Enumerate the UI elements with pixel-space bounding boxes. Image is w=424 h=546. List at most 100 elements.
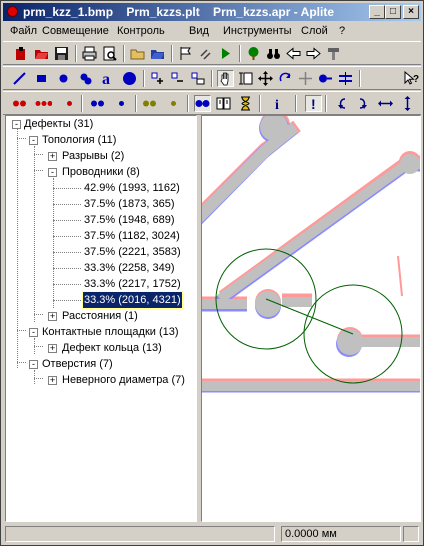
curve-left-icon[interactable] bbox=[333, 95, 350, 112]
tree-node-pads[interactable]: Контактные площадки (13) bbox=[42, 324, 179, 340]
expand-wrong-diameter-button[interactable]: + bbox=[48, 376, 57, 385]
split-icon[interactable] bbox=[337, 70, 354, 87]
tree-node-ring-defect[interactable]: Дефект кольца (13) bbox=[62, 340, 162, 356]
collapse-holes-button[interactable]: - bbox=[29, 360, 38, 369]
hammer-icon[interactable] bbox=[325, 45, 342, 62]
toolbar-separator bbox=[171, 45, 173, 62]
circle-icon[interactable] bbox=[55, 70, 72, 87]
horizontal-arrows-icon[interactable] bbox=[377, 95, 394, 112]
save-project-icon[interactable] bbox=[149, 45, 166, 62]
defect-red-1-icon[interactable] bbox=[61, 95, 78, 112]
menu-tools[interactable]: Инструменты bbox=[223, 25, 292, 37]
big-circle-icon[interactable] bbox=[121, 70, 138, 87]
defect-olive-1-icon[interactable] bbox=[165, 95, 182, 112]
rectangle-icon[interactable] bbox=[33, 70, 50, 87]
move-icon[interactable] bbox=[257, 70, 274, 87]
hand-icon[interactable] bbox=[217, 70, 234, 87]
info-icon[interactable]: i bbox=[269, 95, 286, 112]
node-props-icon[interactable] bbox=[189, 70, 206, 87]
tree-node-wrong-diameter[interactable]: Неверного диаметра (7) bbox=[62, 372, 185, 388]
tree-line bbox=[53, 284, 81, 285]
tree-icon[interactable] bbox=[245, 45, 262, 62]
defect-red-3-icon[interactable] bbox=[35, 95, 52, 112]
hourglass-icon[interactable] bbox=[237, 95, 254, 112]
defect-tree[interactable]: - Дефекты (31) - Топология (11) + Разрыв… bbox=[5, 115, 197, 522]
tree-node-defects[interactable]: Дефекты (31) bbox=[24, 116, 93, 132]
tree-node-breaks[interactable]: Разрывы (2) bbox=[62, 148, 124, 164]
save-icon[interactable] bbox=[53, 45, 70, 62]
rotate-icon[interactable] bbox=[277, 70, 294, 87]
tree-line bbox=[53, 188, 81, 189]
add-node-icon[interactable] bbox=[149, 70, 166, 87]
curve-right-icon[interactable] bbox=[355, 95, 372, 112]
defect-olive-2-icon[interactable] bbox=[141, 95, 158, 112]
defect-blue-2-icon[interactable] bbox=[89, 95, 106, 112]
play-icon[interactable] bbox=[217, 45, 234, 62]
menu-layer[interactable]: Слой bbox=[301, 25, 328, 37]
expand-ring-defect-button[interactable]: + bbox=[48, 344, 57, 353]
open-image-icon[interactable] bbox=[13, 45, 30, 62]
align-icon[interactable] bbox=[297, 70, 314, 87]
tree-node-holes[interactable]: Отверстия (7) bbox=[42, 356, 113, 372]
expand-breaks-button[interactable]: + bbox=[48, 152, 57, 161]
close-button[interactable]: × bbox=[403, 5, 419, 19]
maximize-button[interactable]: □ bbox=[385, 5, 401, 19]
tree-node-distances[interactable]: Расстояния (1) bbox=[62, 308, 138, 324]
collapse-conductors-button[interactable]: - bbox=[48, 168, 57, 177]
tree-line bbox=[34, 378, 43, 379]
defect-list-item[interactable]: 33.3% (2258, 349) bbox=[84, 260, 175, 276]
tree-node-conductors[interactable]: Проводники (8) bbox=[62, 164, 140, 180]
collapse-topology-button[interactable]: - bbox=[29, 136, 38, 145]
arrow-left-icon[interactable] bbox=[285, 45, 302, 62]
line-icon[interactable] bbox=[11, 70, 28, 87]
collapse-pads-button[interactable]: - bbox=[29, 328, 38, 337]
expand-distances-button[interactable]: + bbox=[48, 312, 57, 321]
vertical-arrows-icon[interactable] bbox=[399, 95, 416, 112]
status-pane-left bbox=[5, 526, 275, 542]
print-preview-icon[interactable] bbox=[101, 45, 118, 62]
tree-line bbox=[53, 220, 81, 221]
compare-icon[interactable] bbox=[215, 95, 232, 112]
pcb-canvas[interactable] bbox=[202, 116, 420, 521]
open-folder-icon[interactable] bbox=[33, 45, 50, 62]
menu-help[interactable]: ? bbox=[339, 25, 345, 37]
pad-icon[interactable] bbox=[77, 70, 94, 87]
menu-control[interactable]: Контроль bbox=[117, 25, 165, 37]
defect-list-item[interactable]: 37.5% (2221, 3583) bbox=[84, 244, 181, 260]
toolbar-separator bbox=[75, 45, 77, 62]
defect-list-item[interactable]: 37.5% (1873, 365) bbox=[84, 196, 175, 212]
defect-markers bbox=[215, 248, 403, 384]
show-pair-icon[interactable] bbox=[194, 95, 211, 112]
title-bar[interactable]: prm_kzz_1.bmp Prm_kzzs.plt Prm_kzzs.apr … bbox=[3, 3, 421, 21]
collapse-root-button[interactable]: - bbox=[12, 120, 21, 129]
link-icon[interactable] bbox=[197, 45, 214, 62]
pcb-image-view[interactable] bbox=[201, 115, 421, 522]
defect-red-2-icon[interactable] bbox=[11, 95, 28, 112]
defect-blue-1-icon[interactable] bbox=[113, 95, 130, 112]
arrow-right-icon[interactable] bbox=[305, 45, 322, 62]
open-project-icon[interactable] bbox=[129, 45, 146, 62]
help-pointer-icon[interactable]: ? bbox=[403, 70, 420, 87]
tree-line bbox=[17, 128, 18, 368]
svg-text:?: ? bbox=[413, 74, 419, 85]
tree-line bbox=[53, 178, 54, 308]
menu-file[interactable]: Файл bbox=[10, 25, 37, 37]
delete-node-icon[interactable] bbox=[169, 70, 186, 87]
minimize-button[interactable]: _ bbox=[369, 5, 385, 19]
defect-list-item[interactable]: 42.9% (1993, 1162) bbox=[84, 180, 180, 196]
exclamation-icon[interactable]: ! bbox=[305, 95, 322, 112]
resize-grip[interactable] bbox=[403, 526, 419, 542]
defect-list-item[interactable]: 37.5% (1182, 3024) bbox=[84, 228, 180, 244]
tree-node-topology[interactable]: Топология (11) bbox=[42, 132, 116, 148]
flag-icon[interactable] bbox=[177, 45, 194, 62]
menu-alignment[interactable]: Совмещение bbox=[42, 25, 109, 37]
text-icon[interactable]: a bbox=[99, 70, 116, 87]
defect-list-item[interactable]: 33.3% (2217, 1752) bbox=[84, 276, 181, 292]
text-cursor-icon[interactable] bbox=[237, 70, 254, 87]
defect-list-item-selected[interactable]: 33.3% (2016, 4321) bbox=[82, 291, 183, 309]
defect-list-item[interactable]: 37.5% (1948, 689) bbox=[84, 212, 175, 228]
join-icon[interactable] bbox=[317, 70, 334, 87]
print-icon[interactable] bbox=[81, 45, 98, 62]
binoculars-icon[interactable] bbox=[265, 45, 282, 62]
menu-view[interactable]: Вид bbox=[189, 25, 209, 37]
